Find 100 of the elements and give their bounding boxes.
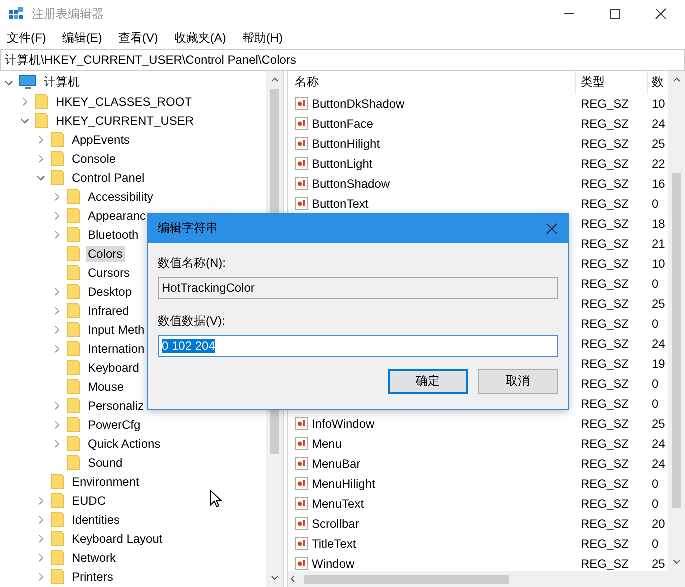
scroll-down-icon[interactable] [270,573,280,583]
table-cell-text: 22 [651,157,666,171]
folder-icon [67,208,81,224]
value-name[interactable]: ButtonLight [312,157,373,171]
folder-icon [51,170,65,186]
main-command[interactable]: 查看(V) [118,30,158,46]
folder-icon [67,454,81,470]
dialog-button[interactable]: 确定 [388,369,468,394]
value-name[interactable]: ButtonText [312,197,369,211]
value-name[interactable]: ButtonShadow [312,177,390,191]
string-value-icon [295,517,309,531]
column-header[interactable]: 类型 [576,71,648,94]
tree-item[interactable]: Console [70,150,118,166]
tree-item[interactable]: Sound [86,454,125,470]
table-cell-text: REG_SZ [580,137,630,151]
tree-item[interactable]: EUDC [70,492,108,508]
string-value-icon [295,437,309,451]
folder-icon [51,512,65,528]
tree-item[interactable]: Appearanc [86,208,148,224]
field-label: 数值数据(V): [158,313,226,330]
tree-item[interactable]: 计算机 [42,73,82,92]
string-value-icon [295,417,309,431]
folder-icon [67,340,81,356]
tree-item[interactable]: Personaliz [86,398,146,414]
value-name[interactable]: Window [312,557,355,571]
column-header[interactable]: 名称 [288,71,576,94]
scrollbar[interactable] [288,571,685,587]
value-name[interactable]: Scrollbar [312,517,360,531]
scrollbar[interactable] [668,71,685,571]
tree-item[interactable]: HKEY_CLASSES_ROOT [54,94,194,110]
table-cell-text: REG_SZ [580,117,630,131]
table-cell-text: 25 [651,297,666,311]
value-name[interactable]: Menu [312,437,342,451]
tree-item[interactable]: Desktop [86,284,134,300]
tree-item[interactable]: Input Meth [86,322,147,338]
folder-icon [51,568,65,584]
tree-item[interactable]: AppEvents [70,132,132,148]
tree-item[interactable]: Internation [86,340,147,356]
value-data-field[interactable]: 0 102 204 [158,335,558,357]
table-cell-text: REG_SZ [580,197,630,211]
tree-item[interactable]: Keyboard Layout [70,530,165,546]
folder-icon [67,378,81,394]
folder-icon [51,492,65,508]
folder-icon [67,264,81,280]
tree-item[interactable]: Accessibility [86,188,156,204]
maximize-icon[interactable] [609,8,621,20]
main-command[interactable]: 文件(F) [7,30,46,46]
value-name[interactable]: TitleText [312,537,356,551]
folder-icon [51,150,65,166]
table-cell-text: REG_SZ [580,357,630,371]
main-command[interactable]: 收藏夹(A) [174,30,226,46]
value-name-field[interactable]: HotTrackingColor [158,277,558,299]
scroll-left-icon[interactable] [288,574,298,584]
table-cell-text: REG_SZ [580,277,630,291]
folder-icon [67,226,81,242]
value-name[interactable]: ButtonDkShadow [312,97,405,111]
main-command[interactable]: 帮助(H) [242,30,283,46]
tree-item[interactable]: Colors [86,246,125,262]
table-cell-text: 24 [651,457,666,471]
field-label: 数值名称(N): [158,255,227,272]
dialog-button[interactable]: 取消 [478,369,558,394]
table-cell-text: 20 [651,517,666,531]
table-cell-text: 25 [651,417,666,431]
folder-icon [67,322,81,338]
table-cell-text: 0 [651,317,660,331]
folder-icon [67,284,81,300]
value-name[interactable]: ButtonFace [312,117,374,131]
table-cell-text: 25 [651,137,666,151]
value-name[interactable]: MenuBar [312,457,361,471]
tree-item[interactable]: Mouse [86,378,126,394]
tree-item[interactable]: Environment [70,474,142,490]
tree-item[interactable]: Printers [70,568,116,584]
tree-item[interactable]: Control Panel [70,170,147,186]
table-cell-text: 0 [651,197,660,211]
tree-item[interactable]: Infrared [86,302,132,318]
table-cell-text: 0 [651,497,660,511]
value-name[interactable]: ButtonHilight [312,137,380,151]
string-value-icon [295,157,309,171]
table-cell-text: 0 [651,397,660,411]
close-icon[interactable] [655,8,667,20]
mouse-cursor-icon [210,490,222,508]
value-name[interactable]: MenuText [312,497,364,511]
table-cell-text: 24 [651,437,666,451]
value-name[interactable]: MenuHilight [312,477,376,491]
tree-item[interactable]: Identities [70,512,122,528]
tree-item[interactable]: HKEY_CURRENT_USER [54,112,196,128]
tree-item[interactable]: Cursors [86,264,132,280]
value-name[interactable]: InfoWindow [312,417,375,431]
address-bar[interactable]: 计算机\HKEY_CURRENT_USER\Control Panel\Colors [0,49,685,71]
tree-item[interactable]: PowerCfg [86,416,143,432]
scroll-down-icon[interactable] [672,557,682,567]
tree-item[interactable]: Quick Actions [86,436,163,452]
tree-item[interactable]: Keyboard [86,360,142,376]
main-command[interactable]: 编辑(E) [62,30,102,46]
tree-item[interactable]: Bluetooth [86,226,141,242]
folder-icon [51,530,65,546]
tree-item[interactable]: Network [70,550,118,566]
folder-icon [51,550,65,566]
string-value-icon [295,477,309,491]
table-cell-text: 0 [651,377,660,391]
